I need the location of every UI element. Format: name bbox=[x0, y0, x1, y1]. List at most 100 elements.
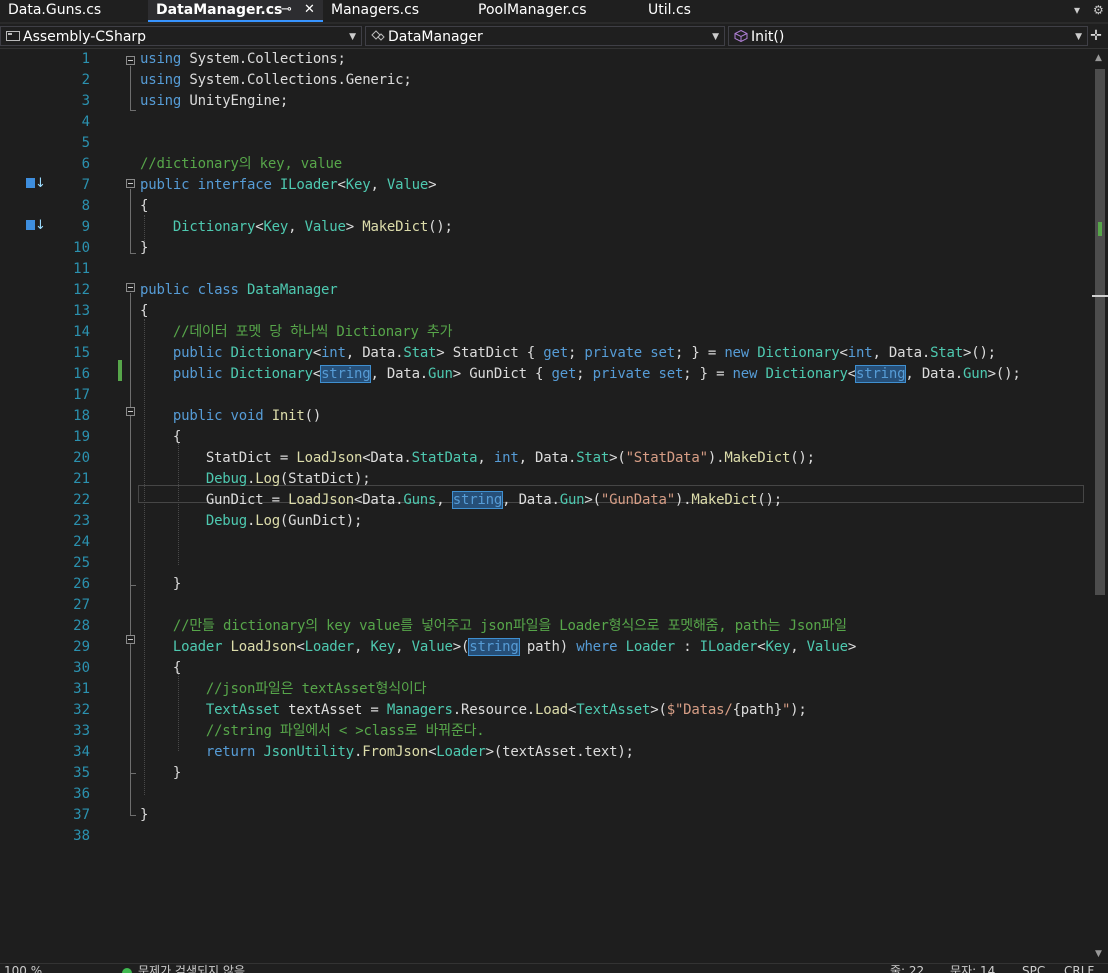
code-line[interactable]: 9 Dictionary<Key, Value> MakeDict(); bbox=[0, 217, 1092, 238]
scrollbar-thumb[interactable] bbox=[1095, 69, 1105, 595]
caret-position-marker bbox=[1092, 295, 1108, 297]
pin-icon[interactable]: ⊸ bbox=[281, 0, 292, 20]
code-line[interactable]: 3 using UnityEngine; bbox=[0, 91, 1092, 112]
code-line[interactable]: 12 public class DataManager bbox=[0, 280, 1092, 301]
line-number: 24 bbox=[73, 534, 90, 550]
code-line[interactable]: 10} bbox=[0, 238, 1092, 259]
split-window-icon[interactable]: ✛ bbox=[1088, 27, 1104, 45]
scroll-down-icon[interactable]: ▼ bbox=[1095, 949, 1102, 959]
code-line[interactable]: 15 public Dictionary<int, Data.Stat> Sta… bbox=[0, 343, 1092, 364]
code-text: { bbox=[140, 429, 182, 445]
code-line[interactable]: 30 { bbox=[0, 658, 1092, 679]
code-text: using System.Collections.Generic; bbox=[140, 72, 412, 88]
code-text: //json파일은 textAsset형식이다 bbox=[205, 681, 427, 697]
tab-managers[interactable]: Managers.cs bbox=[323, 0, 470, 22]
code-text: public Dictionary<string, Data.Gun> GunD… bbox=[172, 365, 1021, 383]
tab-toolbar: ▾ ⚙ bbox=[1068, 0, 1108, 22]
line-number: 26 bbox=[73, 576, 90, 592]
code-text: public class DataManager bbox=[140, 282, 338, 298]
code-text: } bbox=[140, 240, 149, 256]
line-number: 18 bbox=[73, 408, 90, 424]
code-line[interactable]: 37} bbox=[0, 805, 1092, 826]
code-line[interactable]: 32 TextAsset textAsset = Managers.Resour… bbox=[0, 700, 1092, 721]
code-line[interactable]: 26 } bbox=[0, 574, 1092, 595]
tab-data-guns[interactable]: Data.Guns.cs bbox=[0, 0, 148, 22]
project-dropdown[interactable]: Assembly-CSharp ▼ bbox=[0, 26, 362, 46]
method-icon bbox=[734, 30, 748, 42]
chevron-down-icon: ▼ bbox=[349, 32, 356, 42]
code-line[interactable]: 23 Debug.Log(GunDict); bbox=[0, 511, 1092, 532]
line-number: 23 bbox=[73, 513, 90, 529]
code-line[interactable]: 5 bbox=[0, 133, 1092, 154]
type-dropdown[interactable]: DataManager ▼ bbox=[365, 26, 725, 46]
code-text: public interface ILoader<Key, Value> bbox=[140, 177, 437, 193]
code-text: } bbox=[140, 765, 182, 781]
code-line[interactable]: 20 StatDict = LoadJson<Data.StatData, in… bbox=[0, 448, 1092, 469]
line-number: 34 bbox=[73, 744, 90, 760]
line-number: 17 bbox=[73, 387, 90, 403]
code-line[interactable]: 7 public interface ILoader<Key, Value> bbox=[0, 175, 1092, 196]
code-line[interactable]: 34 return JsonUtility.FromJson<Loader>(t… bbox=[0, 742, 1092, 763]
line-number: 30 bbox=[73, 660, 90, 676]
code-line[interactable]: 31 //json파일은 textAsset형식이다 bbox=[0, 679, 1092, 700]
line-number: 5 bbox=[81, 135, 90, 151]
code-line[interactable]: 29 Loader LoadJson<Loader, Key, Value>(s… bbox=[0, 637, 1092, 658]
code-line[interactable]: 19 { bbox=[0, 427, 1092, 448]
code-line[interactable]: 21 Debug.Log(StatDict); bbox=[0, 469, 1092, 490]
code-line[interactable]: 6 //dictionary의 key, value bbox=[0, 154, 1092, 175]
code-line[interactable]: 8{ bbox=[0, 196, 1092, 217]
line-number: 31 bbox=[73, 681, 90, 697]
tab-label: PoolManager.cs bbox=[478, 2, 587, 18]
line-number: 7 bbox=[81, 177, 90, 193]
tab-datamanager[interactable]: DataManager.cs ⊸ ✕ bbox=[148, 0, 323, 22]
code-line[interactable]: 2 using System.Collections.Generic; bbox=[0, 70, 1092, 91]
chevron-down-icon: ▼ bbox=[712, 32, 719, 42]
code-line[interactable]: 35 } bbox=[0, 763, 1092, 784]
tab-util[interactable]: Util.cs bbox=[640, 0, 790, 22]
line-number: 37 bbox=[73, 807, 90, 823]
code-text: public Dictionary<int, Data.Stat> StatDi… bbox=[172, 345, 996, 361]
code-line[interactable]: 17 bbox=[0, 385, 1092, 406]
code-line[interactable]: 1 using System.Collections; bbox=[0, 49, 1092, 70]
chevron-down-icon[interactable]: ▾ bbox=[1074, 3, 1080, 17]
code-line[interactable]: 24 bbox=[0, 532, 1092, 553]
code-line[interactable]: 13 { bbox=[0, 301, 1092, 322]
code-line[interactable]: 38 bbox=[0, 826, 1092, 847]
code-line[interactable]: 27 bbox=[0, 595, 1092, 616]
scroll-up-icon[interactable]: ▲ bbox=[1095, 53, 1102, 63]
code-text: Debug.Log(StatDict); bbox=[205, 471, 371, 487]
member-name: Init() bbox=[751, 29, 785, 45]
code-line[interactable]: 16 public Dictionary<string, Data.Gun> G… bbox=[0, 364, 1092, 385]
code-line[interactable]: 18 public void Init() bbox=[0, 406, 1092, 427]
line-number: 19 bbox=[73, 429, 90, 445]
code-line[interactable]: 25 bbox=[0, 553, 1092, 574]
code-line[interactable]: 14 //데이터 포멧 당 하나씩 Dictionary 추가 bbox=[0, 322, 1092, 343]
line-number: 20 bbox=[73, 450, 90, 466]
tab-poolmanager[interactable]: PoolManager.cs bbox=[470, 0, 640, 22]
line-number: 13 bbox=[73, 303, 90, 319]
gear-icon[interactable]: ⚙ bbox=[1093, 3, 1104, 17]
code-line[interactable]: 22 GunDict = LoadJson<Data.Guns, string,… bbox=[0, 490, 1092, 511]
change-marker bbox=[1098, 222, 1102, 236]
code-line[interactable]: 36 bbox=[0, 784, 1092, 805]
code-editor[interactable]: ↓ ↓ 1 using System.Collections; 2 using Sy… bbox=[0, 49, 1092, 963]
code-line[interactable]: 33 //string 파일에서 < >class로 바꿔준다. bbox=[0, 721, 1092, 742]
code-line[interactable]: 28 //만들 dictionary의 key value를 넣어주고 json… bbox=[0, 616, 1092, 637]
close-icon[interactable]: ✕ bbox=[304, 0, 315, 20]
type-name: DataManager bbox=[388, 29, 483, 45]
code-text: using System.Collections; bbox=[140, 51, 346, 67]
line-number: 16 bbox=[73, 366, 90, 382]
line-number: 29 bbox=[73, 639, 90, 655]
line-number: 28 bbox=[73, 618, 90, 634]
member-dropdown[interactable]: Init() ▼ bbox=[728, 26, 1088, 46]
code-line[interactable]: 11 bbox=[0, 259, 1092, 280]
vertical-scrollbar[interactable]: ▲ ▼ bbox=[1092, 49, 1108, 963]
code-text: public void Init() bbox=[172, 408, 322, 424]
code-line[interactable]: 4 bbox=[0, 112, 1092, 133]
line-number: 3 bbox=[81, 93, 90, 109]
code-text: return JsonUtility.FromJson<Loader>(text… bbox=[205, 744, 634, 760]
navigation-bar: Assembly-CSharp ▼ DataManager ▼ Init() ▼… bbox=[0, 24, 1108, 49]
line-number: 21 bbox=[73, 471, 90, 487]
line-number: 15 bbox=[73, 345, 90, 361]
code-text: { bbox=[140, 660, 182, 676]
